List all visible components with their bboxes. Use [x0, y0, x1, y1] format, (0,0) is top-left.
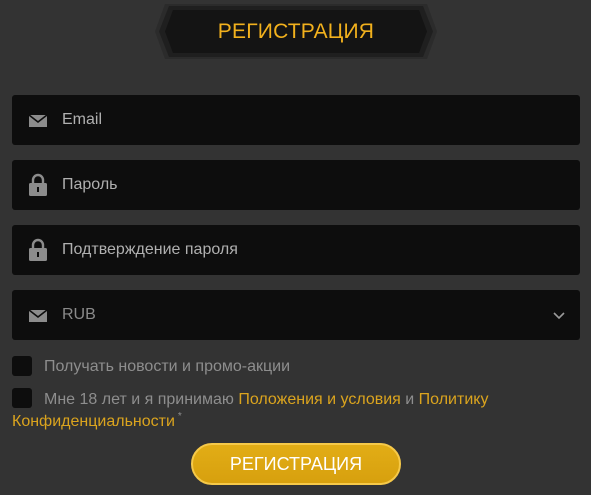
envelope-icon	[28, 303, 48, 327]
newsletter-label: Получать новости и промо-акции	[44, 358, 291, 375]
password-confirm-field[interactable]	[12, 225, 580, 275]
email-input[interactable]	[62, 95, 532, 145]
email-field[interactable]	[12, 95, 580, 145]
currency-value: RUB	[62, 306, 96, 323]
password-confirm-input[interactable]	[62, 225, 532, 275]
terms-option: Мне 18 лет и я принимаю Положения и усло…	[12, 388, 582, 434]
lock-icon	[28, 173, 48, 197]
password-field[interactable]	[12, 160, 580, 210]
newsletter-option: Получать новости и промо-акции	[12, 356, 582, 378]
envelope-icon	[28, 108, 48, 132]
register-button[interactable]: РЕГИСТРАЦИЯ	[191, 443, 401, 485]
privacy-policy-link-continued[interactable]: Конфиденциальности	[12, 413, 175, 430]
chevron-down-icon[interactable]	[552, 308, 566, 322]
registration-page: РЕГИСТРАЦИЯ Email RUB Получать новости и…	[0, 0, 591, 495]
lock-icon	[28, 238, 48, 262]
terms-checkbox[interactable]	[12, 388, 32, 408]
currency-select[interactable]: RUB	[12, 290, 580, 340]
page-title: РЕГИСТРАЦИЯ	[217, 20, 375, 43]
privacy-policy-link[interactable]: Политику	[419, 391, 489, 408]
terms-text-and: и	[405, 391, 415, 408]
required-mark: *	[177, 411, 182, 422]
header-banner: РЕГИСТРАЦИЯ	[155, 4, 437, 59]
terms-conditions-link[interactable]: Положения и условия	[238, 391, 400, 408]
terms-label-line1: Мне 18 лет и я принимаю Положения и усло…	[44, 391, 488, 409]
terms-label-line2: Конфиденциальности *	[12, 411, 182, 431]
terms-text-before: Мне 18 лет и я принимаю	[44, 391, 234, 408]
password-input[interactable]	[62, 160, 532, 210]
newsletter-checkbox[interactable]	[12, 356, 32, 376]
